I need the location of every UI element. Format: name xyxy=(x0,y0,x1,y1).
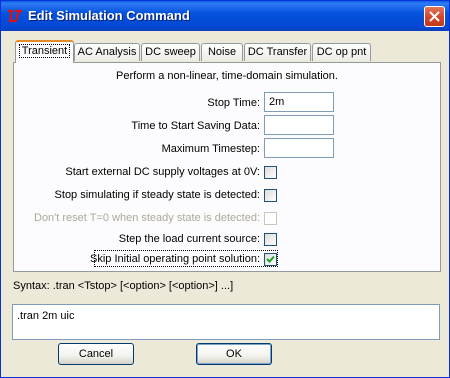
start-saving-label: Time to Start Saving Data: xyxy=(131,120,260,132)
dont-reset-t0-checkbox[interactable] xyxy=(264,212,277,225)
stop-time-label: Stop Time: xyxy=(207,97,260,109)
start-dc-supply-label: Start external DC supply voltages at 0V: xyxy=(65,166,260,178)
stop-time-input[interactable] xyxy=(264,92,334,112)
stop-steady-state-checkbox[interactable] xyxy=(264,189,277,202)
ok-button[interactable]: OK xyxy=(196,343,272,365)
start-dc-supply-checkbox[interactable] xyxy=(264,166,277,179)
step-load-label: Step the load current source: xyxy=(118,233,260,245)
max-timestep-input[interactable] xyxy=(264,138,334,158)
transient-panel: Perform a non-linear, time-domain simula… xyxy=(13,62,441,272)
skip-op-point-label: Skip Initial operating point solution: xyxy=(90,253,260,265)
cancel-button[interactable]: Cancel xyxy=(58,343,134,365)
tab-transient-label: Transient xyxy=(18,44,71,58)
ltspice-logo-icon xyxy=(8,9,22,23)
window-title: Edit Simulation Command xyxy=(28,8,190,23)
tab-dc-transfer-label: DC Transfer xyxy=(247,46,308,58)
dont-reset-t0-label: Don't reset T=0 when steady state is det… xyxy=(34,212,260,224)
syntax-text: Syntax: .tran <Tstop> [<option> [<option… xyxy=(13,280,234,292)
tab-dc-op-pnt[interactable]: DC op pnt xyxy=(312,43,371,61)
tab-ac-analysis[interactable]: AC Analysis xyxy=(74,43,140,61)
dialog-window: Edit Simulation Command Transient AC Ana… xyxy=(0,0,450,378)
command-textbox[interactable]: .tran 2m uic xyxy=(12,304,440,340)
skip-op-point-checkbox[interactable] xyxy=(264,253,277,266)
tab-dc-transfer[interactable]: DC Transfer xyxy=(244,43,311,61)
tab-transient[interactable]: Transient xyxy=(15,40,74,63)
tab-dc-op-pnt-label: DC op pnt xyxy=(316,46,367,58)
title-bar[interactable]: Edit Simulation Command xyxy=(1,1,449,31)
panel-description: Perform a non-linear, time-domain simula… xyxy=(116,70,338,82)
tab-dc-sweep[interactable]: DC sweep xyxy=(141,43,200,61)
tab-noise[interactable]: Noise xyxy=(201,43,243,61)
start-saving-input[interactable] xyxy=(264,115,334,135)
tab-dc-sweep-label: DC sweep xyxy=(145,46,196,58)
max-timestep-label: Maximum Timestep: xyxy=(161,143,260,155)
step-load-checkbox[interactable] xyxy=(264,233,277,246)
tab-ac-analysis-label: AC Analysis xyxy=(77,46,137,58)
tab-noise-label: Noise xyxy=(207,46,237,58)
stop-steady-state-label: Stop simulating if steady state is detec… xyxy=(54,189,260,201)
close-icon xyxy=(429,11,440,22)
checkmark-icon xyxy=(266,255,275,263)
close-button[interactable] xyxy=(424,6,445,27)
